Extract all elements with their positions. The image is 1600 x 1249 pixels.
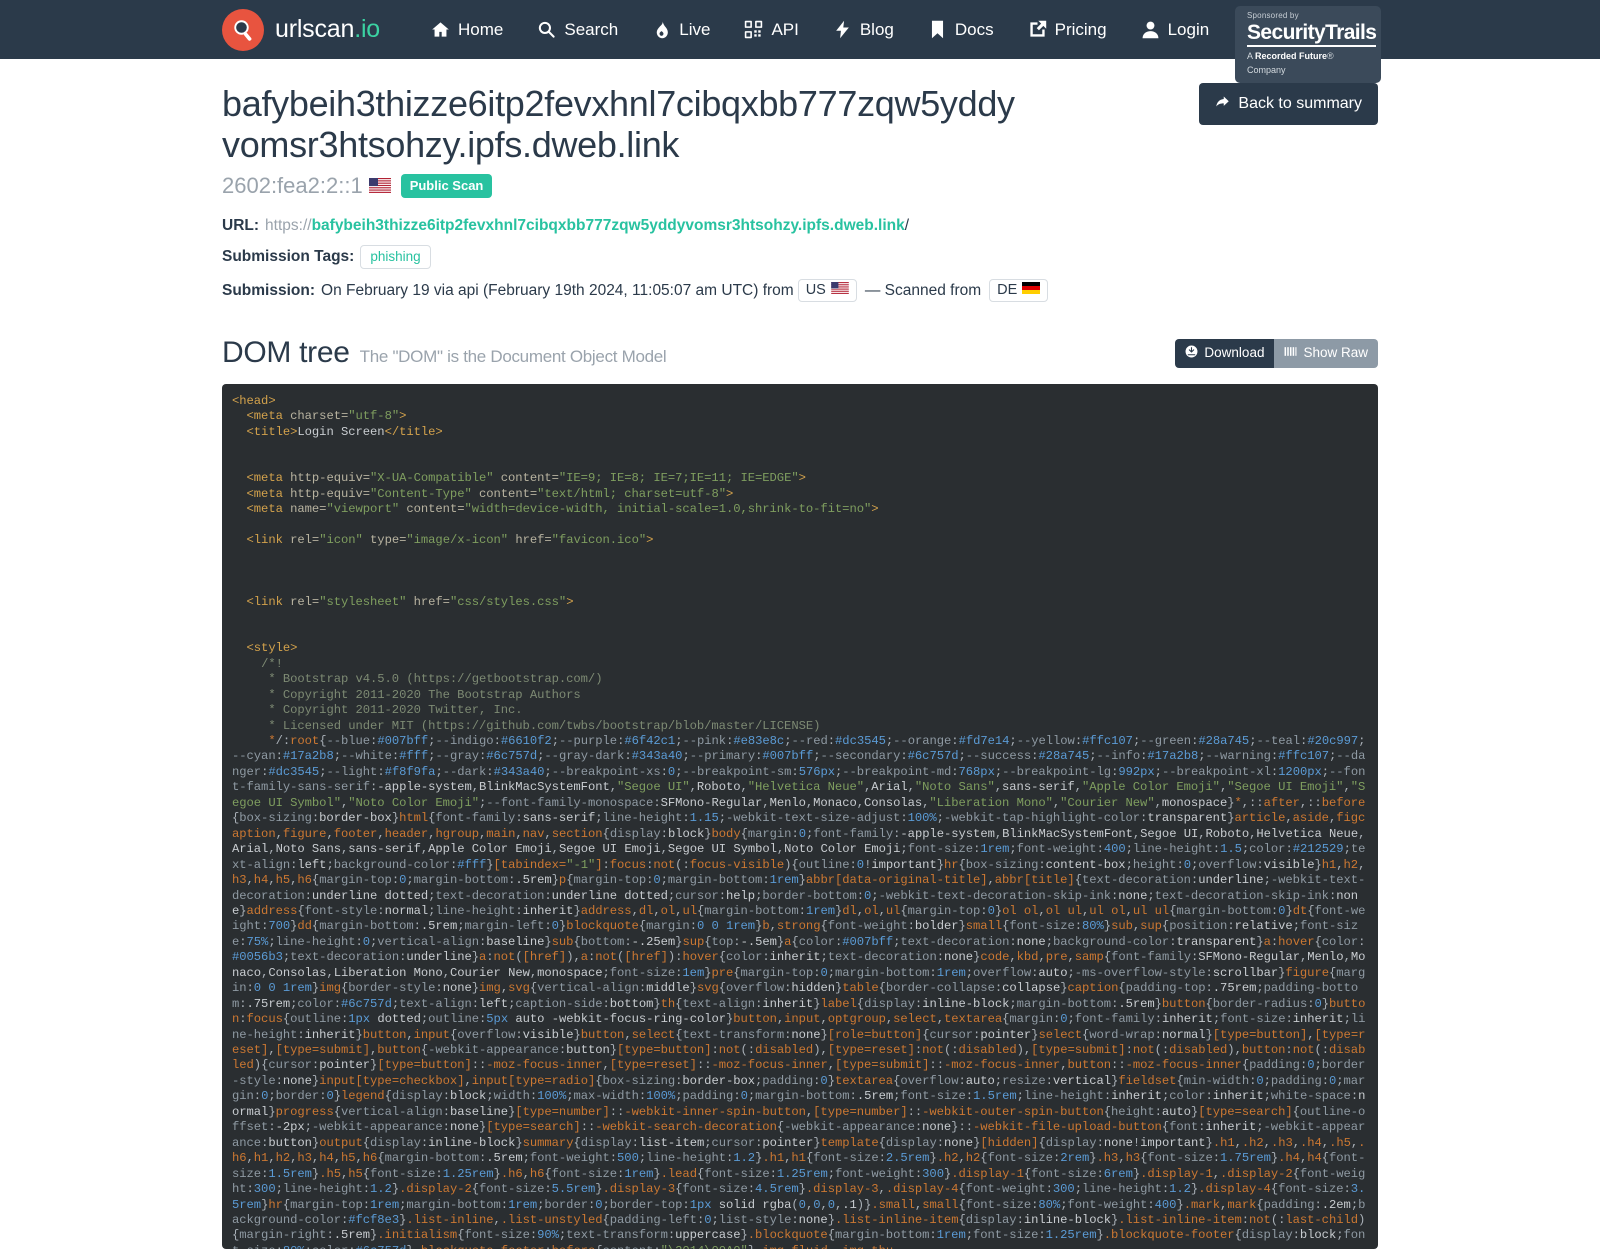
url-path: / xyxy=(904,217,910,234)
bolt-icon xyxy=(833,20,852,39)
nav-label: Login xyxy=(1167,19,1210,39)
submission-details: On February 19 via api (February 19th 20… xyxy=(321,281,794,299)
nav-links: Home Search Live API Blog Docs Pricing L… xyxy=(414,20,1226,40)
nav-item-docs[interactable]: Docs xyxy=(911,20,1011,40)
nav-label: Search xyxy=(564,19,619,39)
submission-tags-line: Submission Tags: phishing xyxy=(222,245,1378,269)
nav-item-api[interactable]: API xyxy=(727,20,815,40)
qrcode-icon xyxy=(744,20,763,39)
brand-name: urlscan.io xyxy=(275,15,381,43)
url-scheme: https:// xyxy=(265,217,312,234)
page-container: bafybeih3thizze6itp2fevxhnl7cibqxbb777zq… xyxy=(0,59,1600,1249)
submission-country-scanned: DE xyxy=(989,279,1049,302)
show-raw-button[interactable]: Show Raw xyxy=(1274,338,1378,368)
submission-line: Submission: On February 19 via api (Febr… xyxy=(222,279,1378,302)
nav-item-live[interactable]: Live xyxy=(635,20,727,40)
brand-logo-link[interactable]: urlscan.io xyxy=(222,8,381,51)
show-raw-label: Show Raw xyxy=(1303,345,1368,360)
dom-tree-code-panel[interactable]: <head> <meta charset="utf-8"> <title>Log… xyxy=(222,384,1378,1249)
page-title: bafybeih3thizze6itp2fevxhnl7cibqxbb777zq… xyxy=(222,83,1015,165)
sponsor-name: SecurityTrails xyxy=(1247,21,1377,47)
magnifier-logo-icon xyxy=(222,8,264,51)
external-link-icon xyxy=(1028,20,1047,39)
submission-country-from: US xyxy=(797,279,857,302)
url-label: URL: xyxy=(222,217,260,234)
status-badge: Public Scan xyxy=(400,174,493,198)
nav-label: API xyxy=(771,19,799,39)
title-row: bafybeih3thizze6itp2fevxhnl7cibqxbb777zq… xyxy=(222,59,1378,199)
url-line: URL: https:// bafybeih3thizze6itp2fevxhn… xyxy=(222,217,1378,235)
download-label: Download xyxy=(1204,345,1265,360)
nav-item-home[interactable]: Home xyxy=(414,20,520,40)
back-to-summary-label: Back to summary xyxy=(1238,95,1362,112)
fire-icon xyxy=(652,20,671,39)
bars-icon xyxy=(1284,345,1297,361)
bookmark-icon xyxy=(928,20,947,39)
subtitle-row: 2602:fea2:2::1 Public Scan xyxy=(222,173,1022,199)
back-to-summary-button[interactable]: Back to summary xyxy=(1199,83,1378,125)
de-flag-icon xyxy=(1022,282,1041,298)
country-code: DE xyxy=(997,282,1018,298)
section-subtitle: The "DOM" is the Document Object Model xyxy=(359,347,667,366)
nav-label: Blog xyxy=(859,19,894,39)
us-flag-icon xyxy=(831,282,849,298)
scan-metadata: URL: https:// bafybeih3thizze6itp2fevxhn… xyxy=(222,217,1378,302)
download-button[interactable]: Download xyxy=(1175,338,1275,368)
dom-tree-actions: Download Show Raw xyxy=(1175,338,1378,368)
submission-tags-label: Submission Tags: xyxy=(222,248,355,265)
home-icon xyxy=(431,20,450,39)
nav-item-blog[interactable]: Blog xyxy=(816,20,911,40)
nav-item-search[interactable]: Search xyxy=(520,20,635,40)
url-host-link[interactable]: bafybeih3thizze6itp2fevxhnl7cibqxbb777zq… xyxy=(312,217,905,235)
nav-label: Docs xyxy=(954,19,994,39)
section-title-group: DOM tree The "DOM" is the Document Objec… xyxy=(222,336,667,370)
nav-label: Home xyxy=(458,19,504,39)
dom-tree-section-header: DOM tree The "DOM" is the Document Objec… xyxy=(222,336,1378,370)
section-title: DOM tree xyxy=(222,336,350,369)
sponsor-suffix: A Recorded Future® Company xyxy=(1247,51,1334,75)
us-flag-icon xyxy=(368,177,391,193)
search-icon xyxy=(537,20,556,39)
sponsor-prefix: Sponsored by xyxy=(1247,11,1299,20)
submission-label: Submission: xyxy=(222,281,316,299)
share-arrow-icon xyxy=(1215,94,1230,114)
sponsor-banner[interactable]: Sponsored by SecurityTrails A Recorded F… xyxy=(1235,6,1381,83)
nav-label: Live xyxy=(679,19,711,39)
country-code: US xyxy=(805,282,826,298)
download-circle-icon xyxy=(1185,345,1198,361)
user-icon xyxy=(1141,20,1160,39)
dom-tree-source-code: <head> <meta charset="utf-8"> <title>Log… xyxy=(232,394,1366,1249)
submission-tag[interactable]: phishing xyxy=(360,245,431,269)
nav-label: Pricing xyxy=(1054,19,1107,39)
nav-item-login[interactable]: Login xyxy=(1124,20,1227,40)
top-navigation-bar: urlscan.io Home Search Live API Blog Doc… xyxy=(0,0,1600,83)
nav-item-pricing[interactable]: Pricing xyxy=(1011,20,1124,40)
scanned-from-text: — Scanned from xyxy=(864,281,982,299)
scan-ip-address: 2602:fea2:2::1 xyxy=(222,173,363,198)
